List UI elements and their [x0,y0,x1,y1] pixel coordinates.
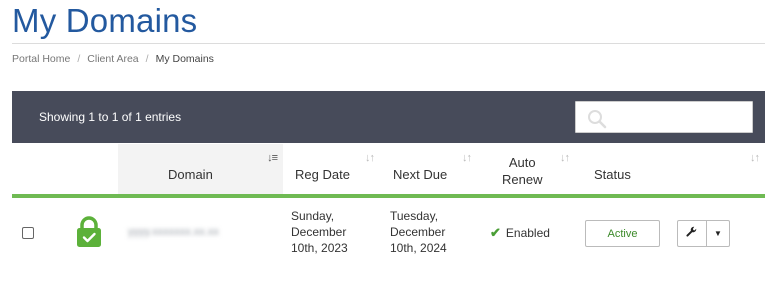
wrench-icon [686,225,698,243]
sort-ascending-icon: ↓≡ [267,152,278,164]
manage-button[interactable] [678,221,707,246]
sort-icon: ↓↑ [750,152,760,164]
caret-down-icon: ▼ [714,229,722,238]
breadcrumb-separator: / [145,53,149,65]
row-checkbox[interactable] [22,227,34,239]
column-header-status[interactable]: Status [575,144,665,194]
column-header-domain[interactable]: Domain ↓≡ [118,144,283,194]
next-due-cell: Tuesday, December 10th, 2024 [390,209,447,255]
breadcrumb-current: My Domains [155,53,214,65]
entries-info: Showing 1 to 1 of 1 entries [39,110,182,124]
sort-icon: ↓↑ [365,152,375,164]
reg-date-cell: Sunday, December 10th, 2023 [291,209,348,255]
breadcrumb-link-client-area[interactable]: Client Area [87,53,138,65]
check-icon: ✔ [490,225,501,240]
auto-renew-cell: ✔ Enabled [490,225,550,241]
actions-button-group: ▼ [677,220,730,247]
column-header-reg-date[interactable]: Reg Date ↓↑ [283,144,380,194]
column-header-empty [12,144,118,194]
table-toolbar: Showing 1 to 1 of 1 entries [12,91,765,143]
table-row[interactable]: yyyy.xxxxxxx.xx.xx Sunday, December 10th… [12,198,765,270]
page-title: My Domains [12,2,198,39]
column-header-actions[interactable]: ↓↑ [665,144,765,194]
lock-icon [76,216,102,253]
column-header-label: Domain [168,167,213,182]
actions-dropdown-toggle[interactable]: ▼ [707,221,729,246]
title-divider [12,43,765,44]
sort-icon: ↓↑ [560,152,570,164]
column-header-auto-renew[interactable]: Auto Renew ↓↑ [477,144,575,194]
column-header-label: Next Due [393,167,448,182]
column-header-label: Status [594,167,631,182]
status-badge[interactable]: Active [585,220,660,247]
column-header-next-due[interactable]: Next Due ↓↑ [380,144,477,194]
auto-renew-status: Enabled [505,226,550,240]
breadcrumb-separator: / [77,53,81,65]
sort-icon: ↓↑ [462,152,472,164]
breadcrumb-link-portal-home[interactable]: Portal Home [12,53,70,65]
column-header-label: Reg Date [295,167,350,182]
breadcrumb: Portal Home / Client Area / My Domains [12,53,214,65]
table-header: Domain ↓≡ Reg Date ↓↑ Next Due ↓↑ Auto R… [12,144,765,198]
domain-link[interactable]: yyyy.xxxxxxx.xx.xx [128,226,219,238]
column-header-label: Auto Renew [502,155,543,187]
search-input[interactable] [575,101,753,133]
